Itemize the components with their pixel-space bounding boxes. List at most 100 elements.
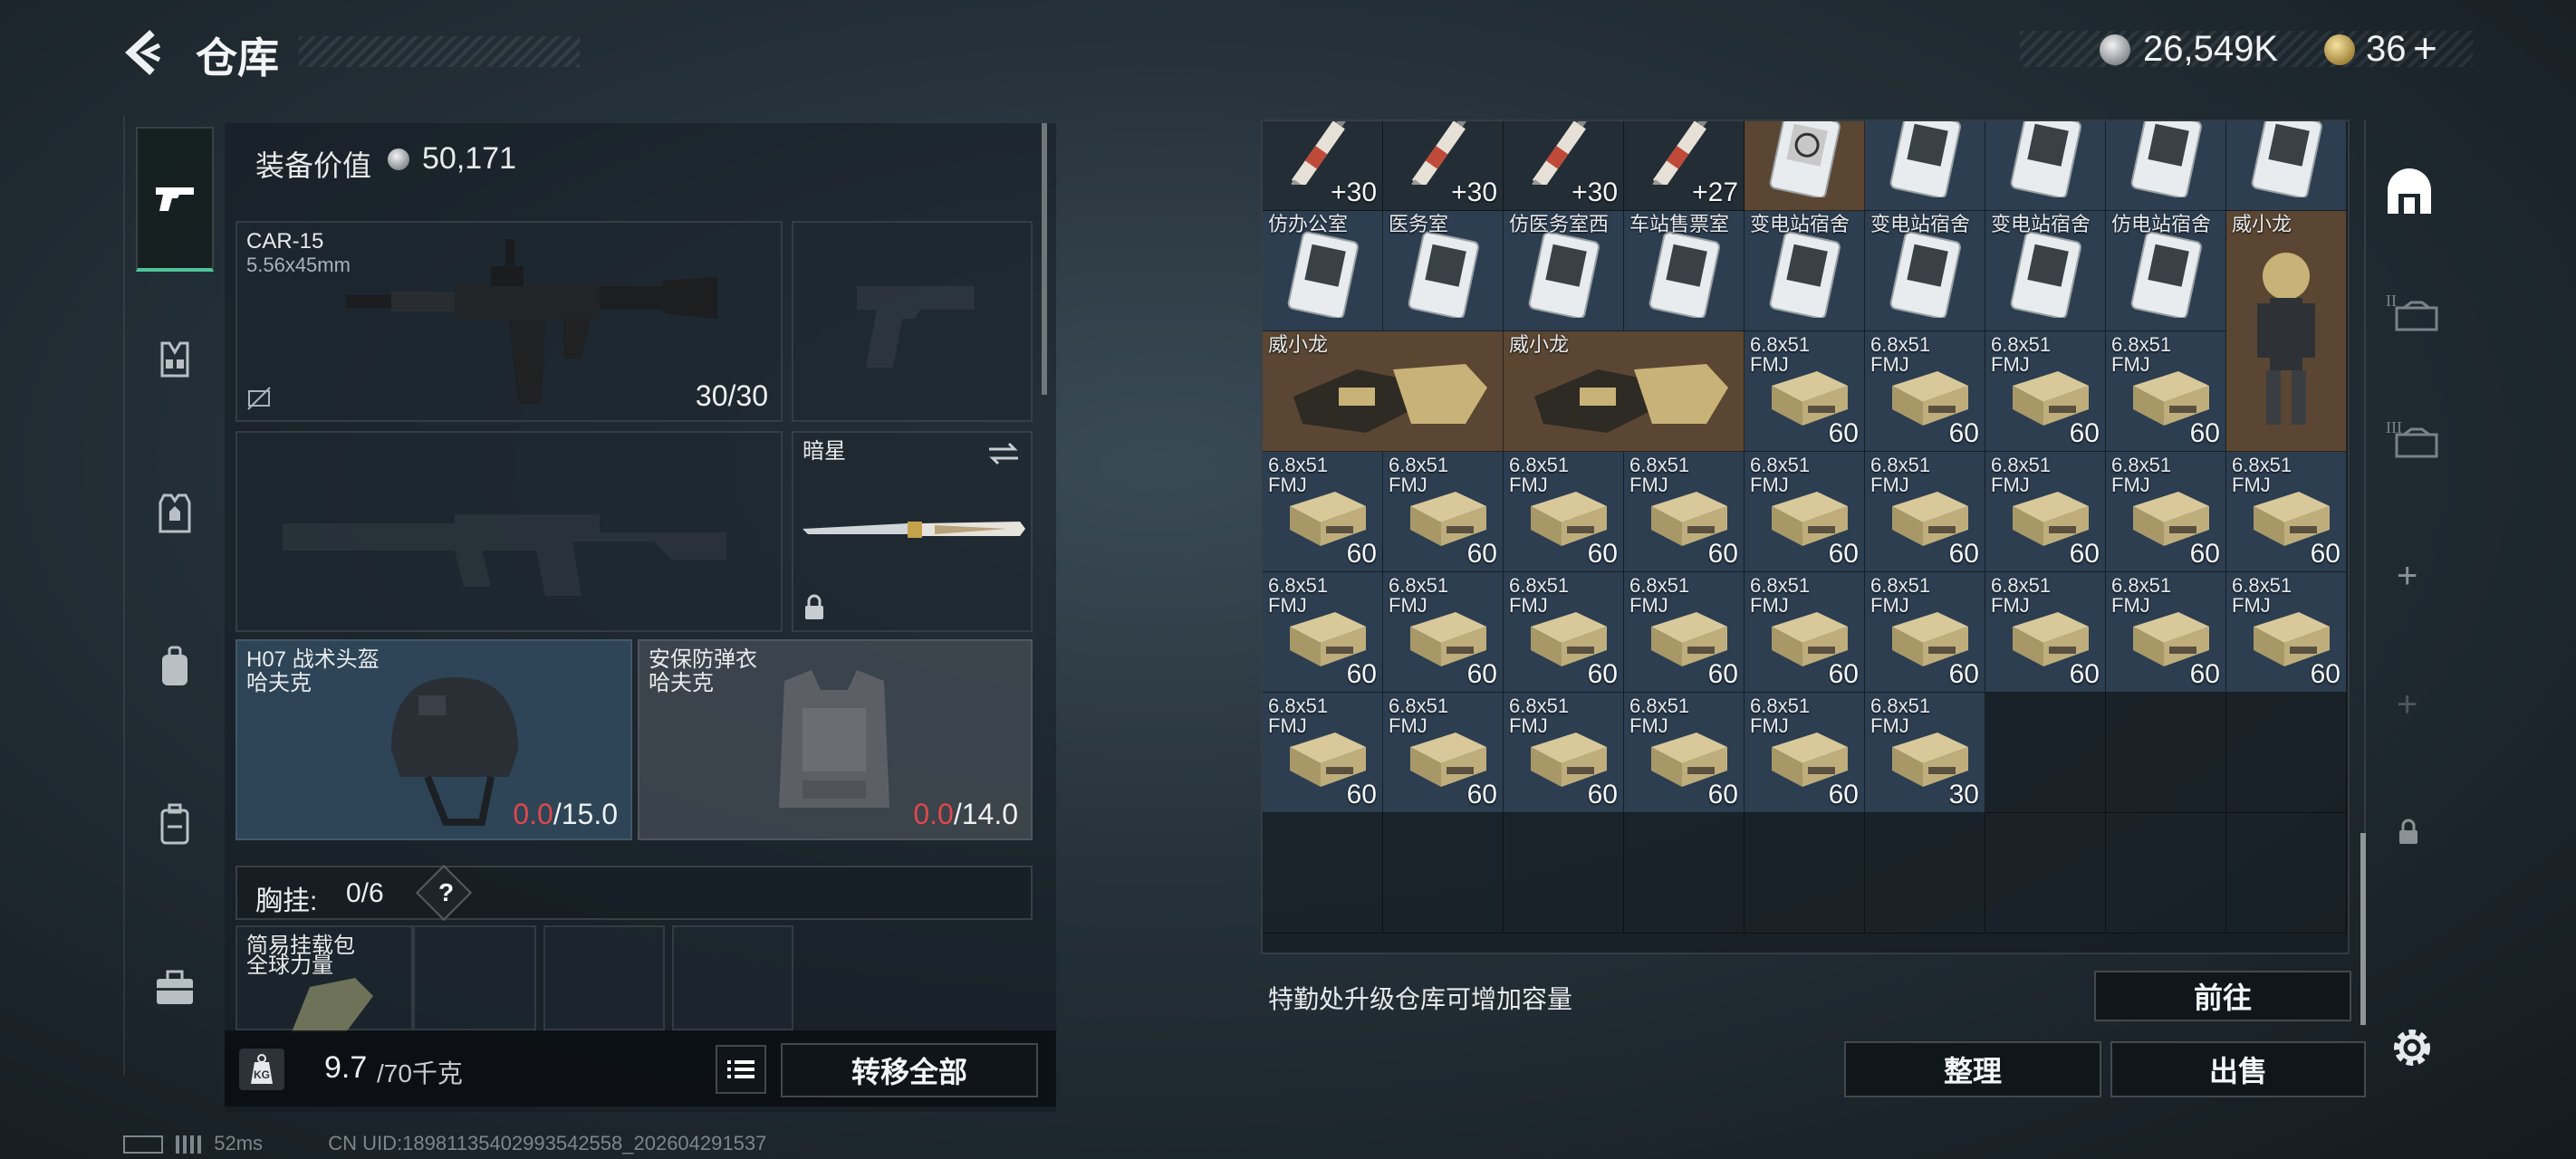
empty-grid-cell[interactable]	[1263, 813, 1383, 934]
ammo-item[interactable]: 6.8x51 FMJ 60	[1865, 572, 1985, 693]
grid-item[interactable]: 车站售票室	[1624, 211, 1745, 331]
empty-grid-cell[interactable]	[2106, 693, 2226, 813]
grid-item[interactable]: 变电站宿舍	[1745, 211, 1865, 331]
grid-item[interactable]: 简易注射器+30	[1263, 121, 1383, 211]
ammo-item[interactable]: 6.8x51 FMJ 60	[1624, 572, 1745, 693]
grid-item[interactable]: 威小龙	[1504, 331, 1745, 452]
loadout-scrollbar[interactable]	[1042, 123, 1047, 395]
grid-item[interactable]: 老冷藏餐厅	[1985, 121, 2106, 211]
sell-button[interactable]: 出售	[2110, 1041, 2366, 1097]
grid-item[interactable]: 酒店医疗房	[1745, 121, 1865, 211]
ammo-item[interactable]: 6.8x51 FMJ 60	[1263, 452, 1383, 572]
ammo-item[interactable]: 6.8x51 FMJ 60	[2106, 572, 2226, 693]
transfer-all-button[interactable]: 转移全部	[781, 1043, 1038, 1097]
nav-weapon-tab[interactable]	[136, 127, 214, 272]
grid-item[interactable]: 宿舍301	[2226, 121, 2347, 211]
warehouse-tab-icon[interactable]	[2382, 163, 2437, 217]
empty-grid-cell[interactable]	[2226, 813, 2347, 934]
empty-grid-cell[interactable]	[1985, 693, 2106, 813]
empty-grid-cell[interactable]	[1624, 813, 1745, 934]
nav-case-tab[interactable]	[136, 786, 214, 864]
ammo-caliber: 6.8x51	[1389, 694, 1449, 717]
ammo-item[interactable]: 6.8x51 FMJ 60	[2106, 331, 2226, 452]
empty-grid-cell[interactable]	[1985, 813, 2106, 934]
ammo-item[interactable]: 6.8x51 FMJ 60	[1985, 331, 2106, 452]
grid-item[interactable]: 威小龙	[1263, 331, 1504, 452]
ammo-item[interactable]: 6.8x51 FMJ 60	[1383, 693, 1504, 813]
swap-icon[interactable]	[985, 440, 1022, 467]
goto-button[interactable]: 前往	[2094, 971, 2351, 1021]
ammo-item[interactable]: 6.8x51 FMJ 60	[1504, 693, 1624, 813]
svg-text:KG: KG	[254, 1068, 270, 1081]
grid-scrollbar[interactable]	[2360, 833, 2366, 1025]
empty-grid-cell[interactable]	[2106, 813, 2226, 934]
ammo-item[interactable]: 6.8x51 FMJ 60	[1745, 452, 1865, 572]
add-currency-button[interactable]: +	[2413, 24, 2437, 72]
storage-grid[interactable]: 简易注射器+30简易注射器+30简易注射器+30简易注射器+27酒店医疗房车站宿…	[1261, 120, 2350, 954]
rig-empty-slot[interactable]	[413, 925, 536, 1030]
ammo-item[interactable]: 6.8x51 FMJ 60	[2226, 452, 2347, 572]
ammo-item[interactable]: 6.8x51 FMJ 60	[1745, 331, 1865, 452]
rig-pouch-slot[interactable]: 简易挂载包 全球力量	[235, 925, 413, 1032]
grid-item[interactable]: 简易注射器+30	[1383, 121, 1504, 211]
list-view-button[interactable]	[716, 1045, 766, 1094]
grid-item[interactable]: 变电站宿舍	[1865, 211, 1985, 331]
secondary-weapon-slot[interactable]	[235, 431, 783, 632]
primary-weapon-slot[interactable]: CAR-15 5.56x45mm 30/30	[235, 221, 783, 422]
empty-grid-cell[interactable]	[2226, 693, 2347, 813]
nav-armor-tab[interactable]	[136, 474, 214, 552]
ammo-item[interactable]: 6.8x51 FMJ 60	[1865, 331, 1985, 452]
grid-item[interactable]: 简易注射器+27	[1624, 121, 1745, 211]
settings-gear-icon[interactable]	[2388, 1023, 2437, 1072]
storage-tab-2[interactable]: II	[2386, 292, 2440, 335]
ammo-item[interactable]: 6.8x51 FMJ 60	[1624, 452, 1745, 572]
ammo-item[interactable]: 6.8x51 FMJ 60	[1985, 572, 2106, 693]
grid-item[interactable]: 变电站宿舍	[1985, 211, 2106, 331]
nav-toolbox-tab[interactable]	[136, 949, 214, 1027]
nav-backpack-tab[interactable]	[136, 628, 214, 706]
grid-item[interactable]: 简易注射器+30	[1504, 121, 1624, 211]
helmet-slot[interactable]: H07 战术头盔 哈夫克 0.0/15.0	[235, 639, 632, 840]
grid-item[interactable]: 医务室	[1383, 211, 1504, 331]
add-storage-button-disabled[interactable]: +	[2397, 685, 2417, 725]
ammo-item[interactable]: 6.8x51 FMJ 60	[2106, 452, 2226, 572]
sort-button[interactable]: 整理	[1844, 1041, 2101, 1097]
ammo-item[interactable]: 6.8x51 FMJ 60	[1504, 452, 1624, 572]
grid-item[interactable]: 车站宿舍室	[1865, 121, 1985, 211]
ammo-item[interactable]: 6.8x51 FMJ 60	[1383, 452, 1504, 572]
ammo-item[interactable]: 6.8x51 FMJ 60	[1383, 572, 1504, 693]
grid-item[interactable]: 威小龙	[2226, 211, 2347, 452]
ammo-item[interactable]: 6.8x51 FMJ 60	[1624, 693, 1745, 813]
empty-grid-cell[interactable]	[1745, 813, 1865, 934]
grid-item[interactable]: 仿电站宿舍	[2106, 211, 2226, 331]
ammo-item[interactable]: 6.8x51 FMJ 60	[1865, 452, 1985, 572]
ammo-item[interactable]: 6.8x51 FMJ 30	[1865, 693, 1985, 813]
storage-tab-3[interactable]: III	[2386, 418, 2440, 462]
pistol-slot[interactable]	[792, 221, 1033, 422]
grid-item[interactable]: 仿医务室西	[1504, 211, 1624, 331]
keycard-image	[1889, 231, 1961, 318]
ammo-item[interactable]: 6.8x51 FMJ 60	[1745, 693, 1865, 813]
armor-slot[interactable]: 安保防弹衣 哈夫克 0.0/14.0	[638, 639, 1033, 840]
ammo-item[interactable]: 6.8x51 FMJ 60	[1263, 572, 1383, 693]
empty-grid-cell[interactable]	[1383, 813, 1504, 934]
empty-grid-cell[interactable]	[1504, 813, 1624, 934]
grid-item[interactable]: 仿办公室	[1263, 211, 1383, 331]
rig-empty-slot[interactable]	[543, 925, 665, 1030]
ammo-item[interactable]: 6.8x51 FMJ 60	[1263, 693, 1383, 813]
melee-slot[interactable]: 暗星	[792, 431, 1033, 632]
back-arrow-icon[interactable]	[118, 25, 172, 80]
empty-grid-cell[interactable]	[1865, 813, 1985, 934]
add-storage-button[interactable]: +	[2397, 556, 2417, 597]
grid-item[interactable]: 宿舍301	[2106, 121, 2226, 211]
ammo-item[interactable]: 6.8x51 FMJ 60	[2226, 572, 2347, 693]
ammo-item[interactable]: 6.8x51 FMJ 60	[1504, 572, 1624, 693]
ammo-caliber: 6.8x51	[1389, 574, 1449, 597]
ammo-caliber: 6.8x51	[1389, 454, 1449, 476]
ammo-item[interactable]: 6.8x51 FMJ 60	[1985, 452, 2106, 572]
knife-image	[803, 522, 1025, 538]
nav-chest-rig-tab[interactable]	[136, 321, 214, 398]
chest-rig-bar[interactable]: 胸挂: 0/6 ?	[235, 864, 1033, 922]
rig-empty-slot[interactable]	[672, 925, 793, 1030]
ammo-item[interactable]: 6.8x51 FMJ 60	[1745, 572, 1865, 693]
